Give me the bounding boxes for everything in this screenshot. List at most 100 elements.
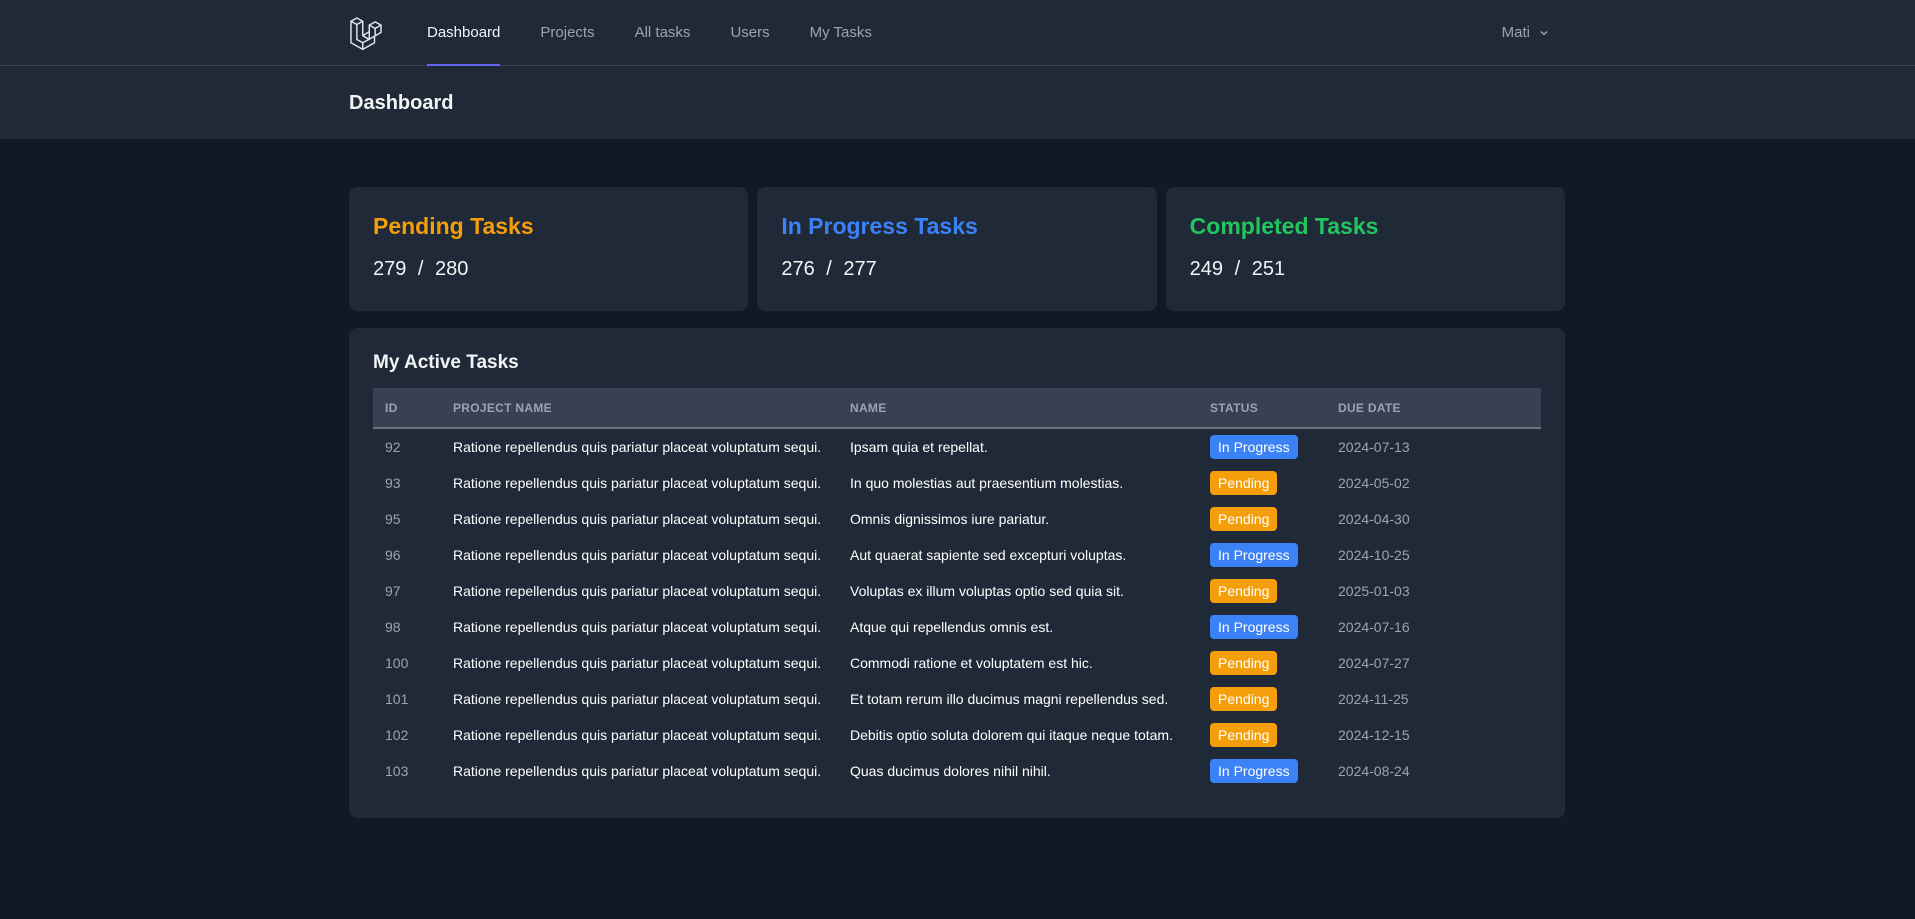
table-row: 93 Ratione repellendus quis pariatur plac… [373,465,1541,501]
due-date: 2024-04-30 [1338,511,1410,527]
task-name[interactable]: Debitis optio soluta dolorem qui itaque … [838,717,1198,753]
task-id: 98 [385,619,401,635]
task-name[interactable]: Commodi ratione et voluptatem est hic. [838,645,1198,681]
column-header-id: ID [385,400,398,415]
task-name[interactable]: Voluptas ex illum voluptas optio sed qui… [838,573,1198,609]
task-id: 97 [385,583,401,599]
status-badge: Pending [1210,651,1278,675]
project-name: Ratione repellendus quis pariatur placea… [453,547,822,563]
due-date: 2024-07-13 [1338,439,1410,455]
stat-card: Completed Tasks 249 / 251 [1165,187,1565,311]
main-content: Pending Tasks 279 / 280 In Progress Tasks 2… [349,187,1565,818]
stat-value: 279 / 280 [373,258,469,280]
stat-title: Pending Tasks [373,213,534,239]
user-name: Mati [1501,24,1530,41]
user-menu[interactable]: Mati [1502,0,1550,65]
task-name[interactable]: Quas ducimus dolores nihil nihil. [838,753,1198,789]
due-date: 2024-07-27 [1338,655,1410,671]
task-id: 92 [385,439,401,455]
task-status-cell: Pending [1198,681,1326,717]
status-badge: Pending [1210,507,1278,531]
task-status-cell: Pending [1198,645,1326,681]
table-row: 96 Ratione repellendus quis pariatur plac… [373,537,1541,573]
due-date: 2024-11-25 [1338,691,1409,707]
nav-item-dashboard[interactable]: Dashboard [427,0,501,66]
table-row: 103 Ratione repellendus quis pariatur pla… [373,753,1541,789]
table-row: 92 Ratione repellendus quis pariatur plac… [373,428,1541,465]
laravel-logo-icon[interactable] [349,16,383,51]
table-row: 98 Ratione repellendus quis pariatur plac… [373,609,1541,645]
table-body: 92 Ratione repellendus quis pariatur plac… [373,428,1541,789]
active-tasks-title: My Active Tasks [373,352,519,373]
stat-value: 249 / 251 [1189,258,1286,280]
status-badge: Pending [1210,471,1278,495]
project-name: Ratione repellendus quis pariatur placea… [453,619,822,635]
column-header-due-date: Due Date [1338,400,1401,415]
status-badge: In Progress [1210,435,1298,459]
table-header-row: ID Project Name Name Status Due Date [373,388,1541,428]
task-status-cell: Pending [1198,465,1326,501]
due-date: 2024-08-24 [1338,763,1410,779]
page-header: Dashboard [0,66,1915,139]
task-id: 100 [385,655,409,671]
top-navigation: Dashboard Projects All tasks Users My Tasks … [0,0,1915,66]
nav-item-users[interactable]: Users [730,0,769,65]
column-header-name: Name [850,400,887,415]
stat-card: In Progress Tasks 276 / 277 [757,187,1157,311]
task-status-cell: In Progress [1198,753,1326,789]
task-id: 101 [385,691,409,707]
project-name: Ratione repellendus quis pariatur placea… [453,727,822,743]
active-tasks-table: ID Project Name Name Status Due Date 92 Ratio… [373,388,1541,789]
task-status-cell: Pending [1198,501,1326,537]
task-name[interactable]: Atque qui repellendus omnis est. [838,609,1198,645]
task-id: 103 [385,763,409,779]
task-name[interactable]: Omnis dignissimos iure pariatur. [838,501,1198,537]
task-id: 102 [385,727,409,743]
due-date: 2025-01-03 [1338,583,1410,599]
project-name: Ratione repellendus quis pariatur placea… [453,691,822,707]
table-row: 102 Ratione repellendus quis pariatur pla… [373,717,1541,753]
table-row: 101 Ratione repellendus quis pariatur pla… [373,681,1541,717]
nav-item-projects[interactable]: Projects [540,0,594,65]
project-name: Ratione repellendus quis pariatur placea… [453,763,822,779]
stats-row: Pending Tasks 279 / 280 In Progress Tasks 2… [349,187,1565,311]
status-badge: In Progress [1210,759,1298,783]
due-date: 2024-07-16 [1338,619,1410,635]
project-name: Ratione repellendus quis pariatur placea… [453,439,822,455]
status-badge: Pending [1210,579,1278,603]
project-name: Ratione repellendus quis pariatur placea… [453,655,822,671]
task-name[interactable]: Aut quaerat sapiente sed excepturi volup… [838,537,1198,573]
page-title: Dashboard [349,92,454,114]
task-status-cell: In Progress [1198,428,1326,465]
task-name[interactable]: Ipsam quia et repellat. [838,428,1198,465]
active-tasks-card: My Active Tasks ID Project Name Name Status… [349,328,1565,818]
task-name[interactable]: Et totam rerum illo ducimus magni repell… [838,681,1198,717]
chevron-down-icon [1540,30,1548,36]
due-date: 2024-12-15 [1338,727,1410,743]
table-row: 100 Ratione repellendus quis pariatur pla… [373,645,1541,681]
task-id: 95 [385,511,401,527]
column-header-status: Status [1210,400,1259,415]
project-name: Ratione repellendus quis pariatur placea… [453,511,822,527]
project-name: Ratione repellendus quis pariatur placea… [453,475,822,491]
table-row: 97 Ratione repellendus quis pariatur plac… [373,573,1541,609]
task-id: 93 [385,475,401,491]
nav-item-all-tasks[interactable]: All tasks [635,0,691,65]
task-status-cell: Pending [1198,717,1326,753]
due-date: 2024-10-25 [1338,547,1410,563]
task-name[interactable]: In quo molestias aut praesentium molesti… [838,465,1198,501]
status-badge: Pending [1210,723,1278,747]
column-header-project-name: Project Name [453,400,552,415]
stat-title: In Progress Tasks [781,213,978,239]
due-date: 2024-05-02 [1338,475,1410,491]
project-name: Ratione repellendus quis pariatur placea… [453,583,822,599]
nav-item-my-tasks[interactable]: My Tasks [810,0,872,65]
status-badge: In Progress [1210,543,1298,567]
status-badge: In Progress [1210,615,1298,639]
stat-title: Completed Tasks [1189,213,1379,239]
task-id: 96 [385,547,401,563]
stat-card: Pending Tasks 279 / 280 [349,187,749,311]
task-status-cell: In Progress [1198,609,1326,645]
table-row: 95 Ratione repellendus quis pariatur plac… [373,501,1541,537]
status-badge: Pending [1210,687,1278,711]
